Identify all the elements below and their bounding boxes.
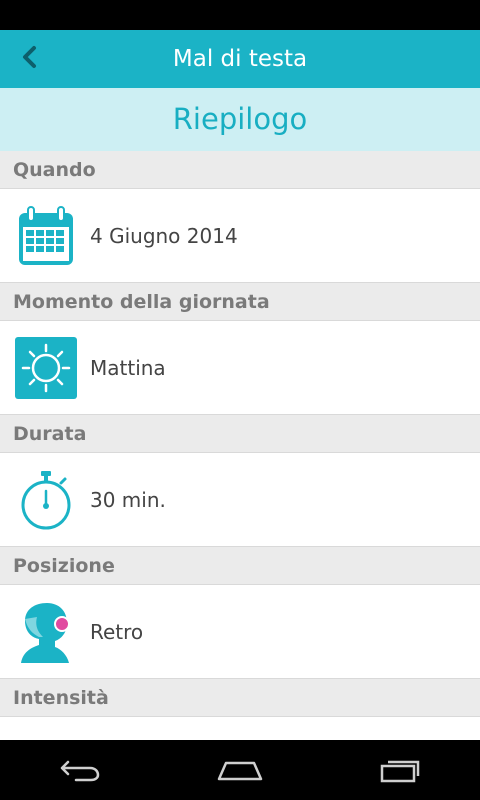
recent-apps-icon	[380, 760, 420, 783]
time-of-day-value: Mattina	[90, 355, 166, 380]
summary-title: Riepilogo	[0, 88, 480, 151]
back-button[interactable]	[10, 39, 50, 79]
section-header-time-of-day: Momento della giornata	[0, 283, 480, 321]
nav-recent-apps-button[interactable]	[360, 740, 440, 800]
row-position[interactable]: Retro	[0, 585, 480, 679]
row-duration[interactable]: 30 min.	[0, 453, 480, 547]
section-header-when: Quando	[0, 151, 480, 189]
section-header-intensity: Intensità	[0, 679, 480, 717]
sun-icon	[15, 336, 77, 399]
nav-home-button[interactable]	[200, 740, 280, 800]
summary-list: Quando 4 Giugno 2014 Momento della giorn…	[0, 151, 480, 740]
duration-value: 30 min.	[90, 487, 166, 512]
section-header-duration: Durata	[0, 415, 480, 453]
system-nav-bar	[0, 740, 480, 800]
app-bar: Mal di testa	[0, 30, 480, 88]
stopwatch-icon	[15, 469, 77, 531]
date-value: 4 Giugno 2014	[90, 223, 238, 248]
calendar-icon	[15, 205, 77, 267]
back-arrow-icon	[60, 760, 100, 782]
home-icon	[217, 761, 263, 781]
row-time-of-day[interactable]: Mattina	[0, 321, 480, 415]
nav-back-button[interactable]	[40, 740, 120, 800]
status-bar	[0, 0, 480, 30]
row-date[interactable]: 4 Giugno 2014	[0, 189, 480, 283]
head-back-icon	[15, 601, 77, 663]
page-title: Mal di testa	[172, 46, 308, 72]
section-header-position: Posizione	[0, 547, 480, 585]
position-value: Retro	[90, 619, 144, 644]
row-intensity[interactable]	[0, 717, 480, 740]
chevron-left-icon	[20, 45, 40, 73]
